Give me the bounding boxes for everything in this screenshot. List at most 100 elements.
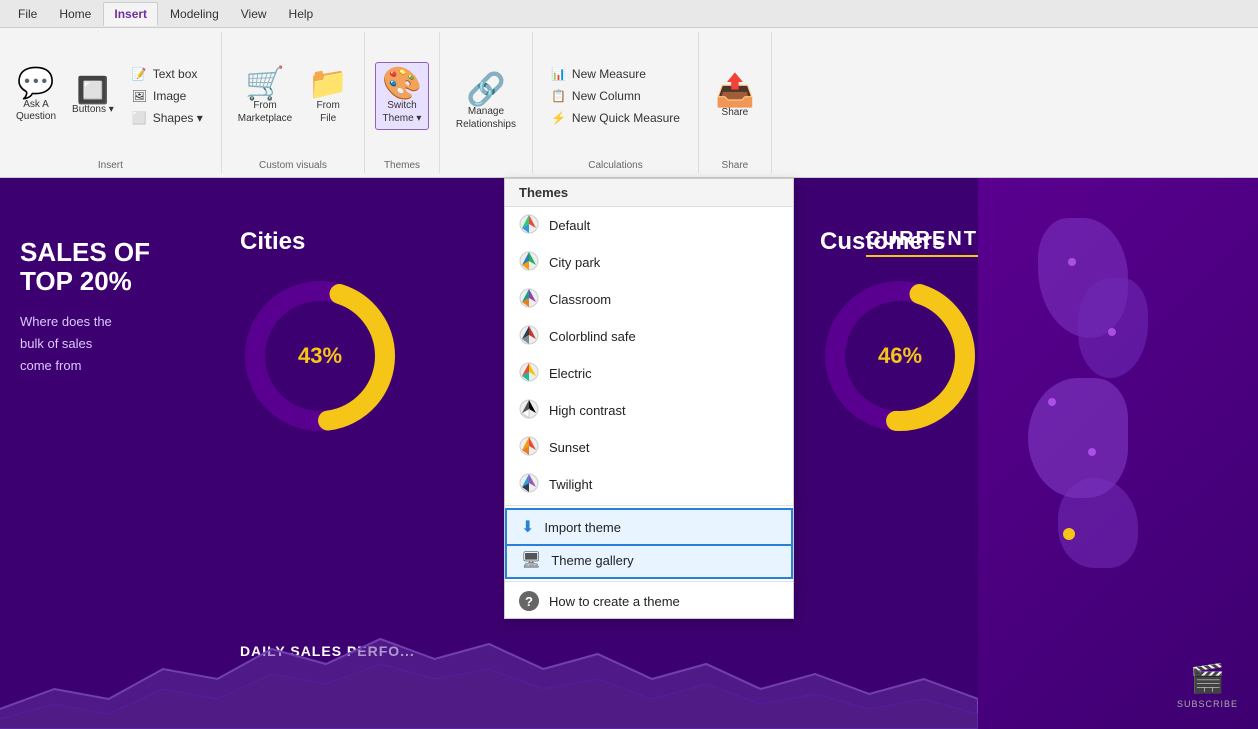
cities-panel: Cities 43% — [240, 228, 400, 436]
from-file-button[interactable]: 📁 FromFile — [302, 63, 354, 129]
theme-default-icon — [519, 214, 539, 237]
theme-twilight-icon — [519, 473, 539, 496]
map-area: 🎬 SUBSCRIBE — [978, 178, 1258, 729]
shapes-icon: ⬜ — [132, 111, 147, 125]
share-label: Share — [722, 160, 749, 173]
insert-group-label: Insert — [98, 160, 123, 173]
ask-question-icon: 💬 — [17, 69, 54, 99]
theme-classroom-icon — [519, 288, 539, 311]
how-to-create-item[interactable]: ? How to create a theme — [505, 584, 793, 618]
new-column-icon: 📋 — [551, 89, 566, 103]
import-theme-label: Import theme — [544, 520, 621, 535]
manage-relationships-button[interactable]: 🔗 ManageRelationships — [450, 69, 522, 135]
import-theme-item[interactable]: ⬇ Import theme — [505, 508, 793, 546]
tab-file[interactable]: File — [8, 3, 47, 25]
sales-subtitle: Where does thebulk of salescome from — [20, 311, 150, 377]
text-box-button[interactable]: 📝 Text box — [124, 64, 211, 84]
sales-title: SALES OFTOP 20% — [20, 238, 150, 295]
import-icon: ⬇ — [521, 517, 534, 537]
new-quick-measure-icon: ⚡ — [551, 111, 566, 125]
theme-electric-label: Electric — [549, 366, 592, 381]
publish-icon: 📤 — [715, 74, 755, 106]
ask-question-button[interactable]: 💬 Ask AQuestion — [10, 65, 62, 127]
customers-percent: 46% — [878, 343, 922, 369]
ribbon-group-share: 📤 Share Share — [699, 32, 772, 173]
monitor-icon: 🖥 — [521, 550, 541, 570]
current-panel: CURRENT — [866, 228, 978, 257]
calculations-label: Calculations — [588, 160, 642, 173]
theme-twilight-label: Twilight — [549, 477, 592, 492]
image-button[interactable]: 🖼 Image — [124, 86, 211, 106]
themes-label: Themes — [384, 160, 420, 173]
theme-twilight[interactable]: Twilight — [505, 466, 793, 503]
switch-theme-icon: 🎨 — [382, 67, 422, 99]
tab-modeling[interactable]: Modeling — [160, 3, 229, 25]
cities-title: Cities — [240, 228, 400, 256]
ribbon-group-manage: 🔗 ManageRelationships — [440, 32, 533, 173]
theme-city-park-icon — [519, 251, 539, 274]
theme-gallery-item[interactable]: 🖥 Theme gallery — [505, 546, 793, 579]
image-icon: 🖼 — [132, 89, 147, 103]
theme-default[interactable]: Default — [505, 207, 793, 244]
ribbon-content: 💬 Ask AQuestion 🔲 Buttons ▾ 📝 Text box 🖼 — [0, 28, 1258, 177]
help-icon: ? — [519, 591, 539, 611]
theme-high-contrast[interactable]: High contrast — [505, 392, 793, 429]
theme-default-label: Default — [549, 218, 590, 233]
theme-city-park-label: City park — [549, 255, 600, 270]
switch-theme-button[interactable]: 🎨 SwitchTheme ▾ — [375, 62, 429, 130]
tab-insert[interactable]: Insert — [103, 2, 158, 26]
theme-sunset-icon — [519, 436, 539, 459]
dropdown-divider-2 — [505, 581, 793, 582]
wave-area — [0, 609, 978, 729]
theme-electric[interactable]: Electric — [505, 355, 793, 392]
theme-sunset[interactable]: Sunset — [505, 429, 793, 466]
new-measure-icon: 📊 — [551, 67, 566, 81]
themes-dropdown: Themes Default City park Classroom Color… — [504, 178, 794, 619]
theme-sunset-label: Sunset — [549, 440, 589, 455]
buttons-icon: 🔲 — [77, 77, 109, 103]
wave-svg — [0, 609, 978, 729]
custom-visuals-label: Custom visuals — [259, 160, 327, 173]
buttons-button[interactable]: 🔲 Buttons ▾ — [66, 73, 120, 120]
theme-high-contrast-label: High contrast — [549, 403, 626, 418]
ribbon-tab-bar: File Home Insert Modeling View Help — [0, 0, 1258, 28]
subscribe-text: SUBSCRIBE — [1177, 699, 1238, 709]
theme-gallery-label: Theme gallery — [551, 553, 633, 568]
new-column-button[interactable]: 📋 New Column — [543, 86, 688, 106]
ribbon-group-custom-visuals: 🛒 FromMarketplace 📁 FromFile Custom visu… — [222, 32, 365, 173]
from-file-icon: 📁 — [308, 67, 348, 99]
publish-button[interactable]: 📤 Share — [709, 70, 761, 123]
ribbon-group-calculations: 📊 New Measure 📋 New Column ⚡ New Quick M… — [533, 32, 699, 173]
theme-high-contrast-icon — [519, 399, 539, 422]
how-to-create-label: How to create a theme — [549, 594, 680, 609]
shapes-button[interactable]: ⬜ Shapes ▾ — [124, 108, 211, 128]
text-box-icon: 📝 — [132, 67, 147, 81]
theme-colorblind-safe[interactable]: Colorblind safe — [505, 318, 793, 355]
current-title: CURRENT — [866, 228, 978, 257]
theme-city-park[interactable]: City park — [505, 244, 793, 281]
new-quick-measure-button[interactable]: ⚡ New Quick Measure — [543, 108, 688, 128]
dropdown-divider — [505, 505, 793, 506]
theme-colorblind-label: Colorblind safe — [549, 329, 636, 344]
theme-electric-icon — [519, 362, 539, 385]
subscribe-icon: 🎬 — [1190, 662, 1225, 695]
cities-percent: 43% — [298, 343, 342, 369]
cities-donut: 43% — [240, 276, 400, 436]
from-marketplace-button[interactable]: 🛒 FromMarketplace — [232, 63, 298, 129]
from-marketplace-icon: 🛒 — [245, 67, 285, 99]
subscribe-badge: 🎬 SUBSCRIBE — [1177, 662, 1238, 709]
tab-view[interactable]: View — [231, 3, 277, 25]
manage-relationships-icon: 🔗 — [466, 73, 506, 105]
tab-help[interactable]: Help — [279, 3, 324, 25]
ribbon-group-insert: 💬 Ask AQuestion 🔲 Buttons ▾ 📝 Text box 🖼 — [0, 32, 222, 173]
theme-classroom[interactable]: Classroom — [505, 281, 793, 318]
customers-donut: 46% — [820, 276, 980, 436]
sales-panel: SALES OFTOP 20% Where does thebulk of sa… — [20, 238, 150, 377]
themes-dropdown-header: Themes — [505, 179, 793, 207]
tab-home[interactable]: Home — [49, 3, 101, 25]
theme-classroom-label: Classroom — [549, 292, 611, 307]
new-measure-button[interactable]: 📊 New Measure — [543, 64, 688, 84]
ribbon-group-themes: 🎨 SwitchTheme ▾ Themes — [365, 32, 440, 173]
theme-colorblind-icon — [519, 325, 539, 348]
ribbon: File Home Insert Modeling View Help 💬 As… — [0, 0, 1258, 178]
